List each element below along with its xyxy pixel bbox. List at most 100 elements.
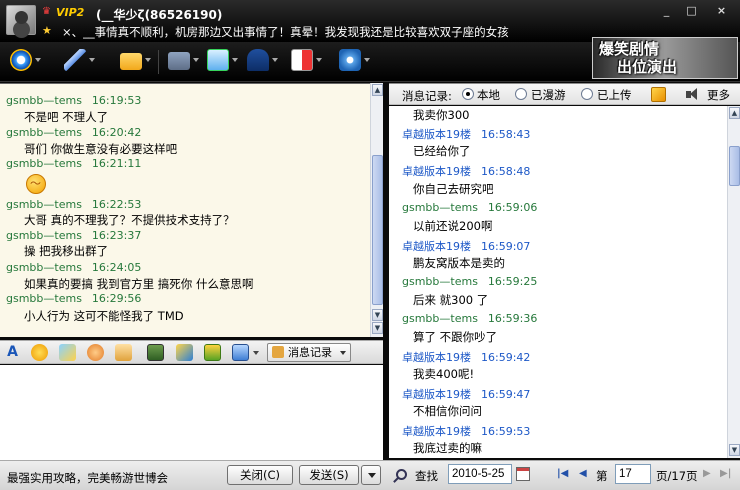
find-button[interactable]: 查找 (415, 468, 438, 484)
ad-link[interactable]: 最强实用攻略，完美畅游世博会 (7, 470, 168, 486)
history-message-pane: 我卖你300 卓越版本19楼 16:58:43 已经给你了 卓越版本19楼 16:5… (389, 106, 727, 458)
webcam-button[interactable] (8, 47, 41, 75)
calendar-icon[interactable] (516, 467, 530, 481)
last-page-icon[interactable]: ▶| (720, 468, 731, 479)
first-page-icon[interactable]: |◀ (557, 468, 568, 479)
scroll-down-arrow[interactable]: ▼ (729, 444, 740, 456)
radio-roamed-label[interactable]: 已漫游 (531, 87, 566, 103)
history-message-text: 你自己去研究吧 (413, 182, 494, 196)
scroll-down-arrow[interactable]: ▼ (372, 322, 383, 334)
contact-signature: ×、__事情真不顺利，机房那边又出事情了！真晕！我发现我还是比较喜欢双子座的女孩 (62, 25, 509, 39)
chat-message-header: gsmbb—tems 16:20:42 (6, 126, 142, 139)
chevron-down-icon[interactable] (253, 351, 259, 355)
image-icon[interactable] (176, 344, 193, 361)
radio-local-label[interactable]: 本地 (477, 87, 500, 103)
history-message-text: 不相信你问问 (413, 404, 482, 418)
title-bar: ♛ VIP2 (__华少ζ(86526190) ★ ×、__事情真不顺利，机房那… (0, 0, 740, 42)
add-contact-button[interactable] (205, 47, 238, 75)
scroll-up-arrow[interactable]: ▲ (372, 84, 383, 96)
history-message-text: 以前还说200啊 (413, 219, 493, 233)
more-button[interactable]: 更多 (707, 87, 730, 103)
maximize-button[interactable]: □ (683, 4, 700, 17)
history-message-header: gsmbb—tems 16:59:36 (402, 312, 538, 325)
send-options-button[interactable] (361, 465, 381, 485)
add-contact-icon (207, 49, 229, 71)
history-message-text: 算了 不跟你吵了 (413, 330, 498, 344)
hand-icon[interactable] (115, 344, 132, 361)
history-header: 消息记录: 本地 已漫游 已上传 更多 (389, 83, 740, 105)
history-scrollbar[interactable]: ▲ ▼ (727, 106, 740, 458)
radio-local[interactable] (462, 88, 474, 100)
bottom-bar: 最强实用攻略，完美畅游世博会 关闭(C) 发送(S) (0, 460, 389, 490)
game-button[interactable] (289, 47, 322, 75)
vip-crown-icon: ♛ (42, 6, 51, 17)
history-message-header: 卓越版本19楼 16:59:07 (402, 240, 531, 253)
smile-emoji-icon (26, 174, 46, 194)
webcam-icon (10, 49, 32, 71)
emoji-icon[interactable] (31, 344, 48, 361)
scroll-thumb[interactable] (729, 146, 740, 186)
prev-page-icon[interactable]: ◀ (579, 468, 587, 479)
chat-message-header: gsmbb—tems 16:21:11 (6, 157, 142, 170)
screen-icon[interactable] (232, 344, 249, 361)
avatar[interactable] (6, 5, 36, 35)
history-message-text: 我底过卖的嘛 (413, 441, 482, 455)
scroll-down-arrow[interactable]: ▼ (372, 309, 383, 321)
minimize-button[interactable]: _ (658, 4, 675, 17)
settings-icon (339, 49, 361, 71)
banner-line-1: 爆笑剧情 (599, 40, 660, 58)
folder-icon (120, 53, 142, 70)
date-field[interactable] (448, 464, 512, 484)
chat-message-text: 操 把我移出群了 (24, 244, 109, 258)
search-icon[interactable] (396, 469, 407, 480)
radio-uploaded-label[interactable]: 已上传 (597, 87, 632, 103)
page-prefix-label: 第 (596, 469, 608, 483)
page-total-label: 页/17页 (656, 469, 698, 483)
magic-emoji-icon[interactable] (59, 344, 76, 361)
history-message-header: 卓越版本19楼 16:58:43 (402, 128, 531, 141)
gift-icon[interactable] (204, 344, 221, 361)
chat-message-text: 如果真的要搞 我到官方里 搞死你 什么意思啊 (24, 277, 254, 291)
scroll-thumb[interactable] (372, 155, 383, 305)
chat-scrollbar[interactable]: ▲ ▼ ▼ (370, 83, 383, 337)
chat-message-header: gsmbb—tems 16:23:37 (6, 229, 142, 242)
contact-nickname: (__华少ζ(86526190) (96, 8, 223, 22)
ad-banner[interactable]: 爆笑剧情 出位演出 (592, 37, 738, 79)
scroll-up-arrow[interactable]: ▲ (729, 107, 740, 119)
chat-message-header: gsmbb—tems 16:29:56 (6, 292, 142, 305)
banner-line-2: 出位演出 (617, 58, 678, 76)
history-message-header: 卓越版本19楼 16:59:47 (402, 388, 531, 401)
smile-icon[interactable] (87, 344, 104, 361)
message-record-button[interactable]: 消息记录 (267, 343, 351, 362)
settings-button[interactable] (337, 47, 370, 75)
police-cap-button[interactable] (245, 47, 278, 75)
send-button[interactable]: 发送(S) (299, 465, 359, 485)
radio-uploaded[interactable] (581, 88, 593, 100)
microphone-button[interactable] (62, 47, 95, 75)
history-message-text: 我卖400呢! (413, 367, 475, 381)
history-message-header: gsmbb—tems 16:59:25 (402, 275, 538, 288)
chat-message-header: gsmbb—tems 16:19:53 (6, 94, 142, 107)
send-file-button[interactable] (118, 47, 151, 75)
message-record-label: 消息记录 (288, 346, 332, 359)
email-button[interactable] (166, 47, 199, 75)
font-icon[interactable]: A (4, 344, 21, 361)
screenshot-icon[interactable] (147, 344, 164, 361)
page-number-field[interactable] (615, 464, 651, 484)
radio-roamed[interactable] (515, 88, 527, 100)
history-label: 消息记录: (402, 89, 452, 103)
chat-message-header: gsmbb—tems 16:24:05 (6, 261, 142, 274)
chevron-down-icon (340, 351, 346, 355)
history-message-header: gsmbb—tems 16:59:06 (402, 201, 538, 214)
close-window-button[interactable]: × (713, 4, 730, 17)
export-icon[interactable] (651, 87, 666, 102)
message-input[interactable] (0, 365, 383, 460)
chat-message-text: 小人行为 这可不能怪我了 TMD (24, 309, 184, 323)
history-message-header: 卓越版本19楼 16:58:48 (402, 165, 531, 178)
speaker-icon[interactable] (685, 87, 701, 102)
history-footer: 查找 |◀ ◀ 第 页/17页 ▶ ▶| (389, 460, 740, 490)
chat-message-text: 哥们 你做生意没有必要这样吧 (24, 142, 178, 156)
next-page-icon[interactable]: ▶ (703, 468, 711, 479)
close-button[interactable]: 关闭(C) (227, 465, 293, 485)
input-toolbar: A 消息记录 (0, 340, 383, 364)
